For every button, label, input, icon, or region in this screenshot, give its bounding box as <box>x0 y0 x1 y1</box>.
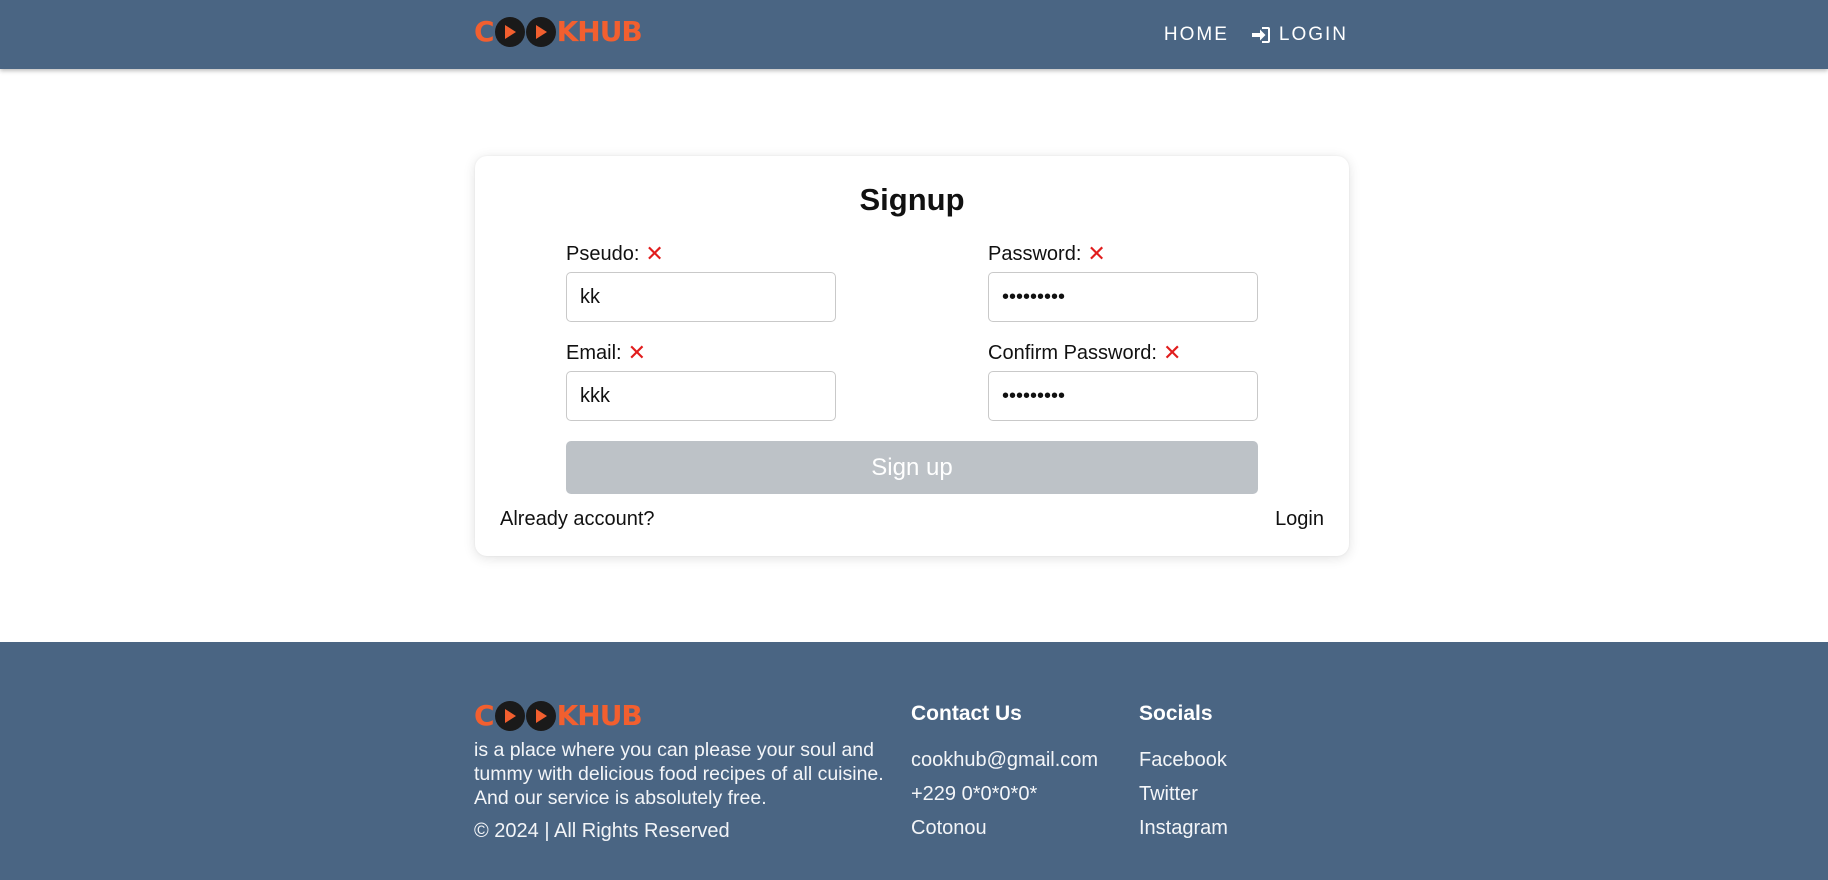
nav-menu: HOME LOGIN <box>1164 0 1348 69</box>
password-label: Password: <box>988 242 1082 265</box>
footer-logo[interactable]: C KHUB <box>474 699 643 732</box>
email-field: Email: ✕ <box>566 341 836 421</box>
logo[interactable]: C KHUB <box>474 15 643 48</box>
contact-heading: Contact Us <box>911 702 1022 725</box>
password-label-row: Password: ✕ <box>988 242 1258 266</box>
close-icon: ✕ <box>1087 241 1106 266</box>
contact-email: cookhub@gmail.com <box>911 749 1099 771</box>
top-navbar: C KHUB HOME LOGIN <box>0 0 1828 69</box>
confirm-password-label-row: Confirm Password: ✕ <box>988 341 1258 365</box>
already-account-text: Already account? <box>500 508 655 530</box>
close-icon: ✕ <box>627 340 647 365</box>
pseudo-label: Pseudo: <box>566 242 640 265</box>
signup-card: Signup Pseudo: ✕ Password: ✕ Email: ✕ Co… <box>475 156 1349 556</box>
password-input[interactable] <box>988 272 1258 322</box>
social-link-facebook[interactable]: Facebook <box>1139 749 1227 771</box>
play-icon <box>494 701 525 731</box>
pseudo-label-row: Pseudo: ✕ <box>566 242 836 266</box>
password-field: Password: ✕ <box>988 242 1258 322</box>
confirm-password-field: Confirm Password: ✕ <box>988 341 1258 421</box>
socials-heading: Socials <box>1139 702 1213 725</box>
email-input[interactable] <box>566 371 836 421</box>
footer-about-text: is a place where you can please your sou… <box>474 739 884 809</box>
logo-letters-khub: KHUB <box>556 15 643 48</box>
play-icon <box>525 701 556 731</box>
sign-in-icon <box>1251 26 1270 43</box>
nav-login-label: LOGIN <box>1278 23 1348 45</box>
logo-letter-c: C <box>474 15 495 48</box>
nav-login-link[interactable]: LOGIN <box>1251 24 1348 46</box>
social-link-twitter[interactable]: Twitter <box>1139 783 1198 805</box>
form-title: Signup <box>859 182 965 217</box>
email-label: Email: <box>566 341 622 364</box>
socials-column: Socials Facebook Twitter Instagram <box>1139 702 1228 850</box>
confirm-password-input[interactable] <box>988 371 1258 421</box>
email-label-row: Email: ✕ <box>566 341 836 365</box>
footer: C KHUB is a place where you can please y… <box>0 642 1828 880</box>
close-icon: ✕ <box>1162 340 1182 365</box>
pseudo-field: Pseudo: ✕ <box>566 242 836 322</box>
contact-column: Contact Us cookhub@gmail.com +229 0*0*0*… <box>911 702 1098 850</box>
pseudo-input[interactable] <box>566 272 836 322</box>
social-link-instagram[interactable]: Instagram <box>1139 817 1228 839</box>
signup-button[interactable]: Sign up <box>566 441 1258 494</box>
play-icon <box>525 17 556 47</box>
nav-home-link[interactable]: HOME <box>1164 24 1229 46</box>
confirm-password-label: Confirm Password: <box>988 341 1157 364</box>
close-icon: ✕ <box>645 241 664 266</box>
logo-letter-c: C <box>474 699 495 732</box>
contact-phone: +229 0*0*0*0* <box>911 783 1038 805</box>
logo-letters-khub: KHUB <box>556 699 643 732</box>
copyright-text: © 2024 | All Rights Reserved <box>474 820 730 842</box>
contact-city: Cotonou <box>911 817 987 839</box>
play-icon <box>494 17 525 47</box>
login-link[interactable]: Login <box>1275 508 1324 531</box>
